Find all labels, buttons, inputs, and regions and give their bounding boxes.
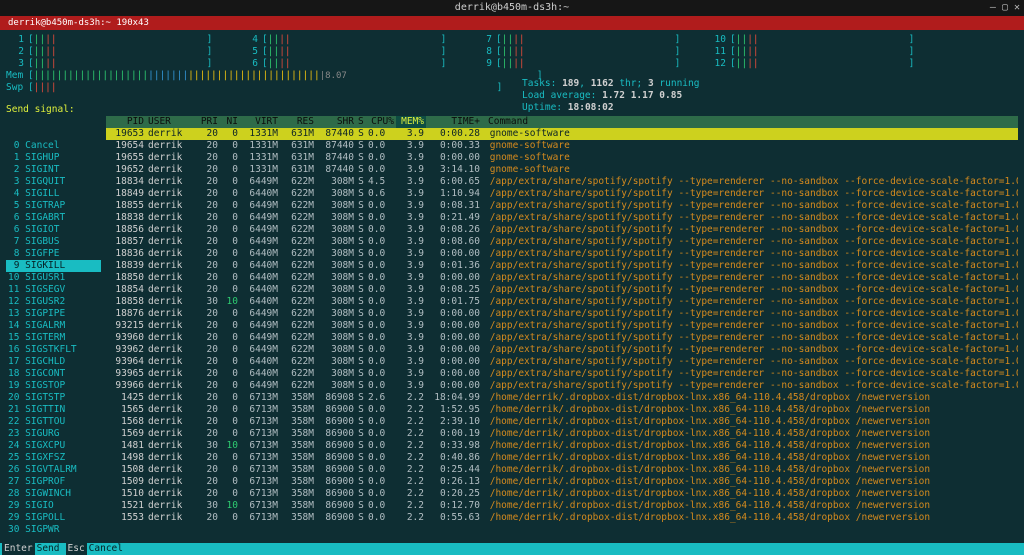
cpu-meter-7: 7[||||] [474,34,704,46]
signal-sigbus[interactable]: 7 SIGBUS [6,236,101,248]
send-signal-prompt: Send signal: [6,104,1018,116]
cpu-meter-5: 5[||||] [240,46,470,58]
signal-sigusr1[interactable]: 10 SIGUSR1 [6,272,101,284]
signal-sigusr2[interactable]: 12 SIGUSR2 [6,296,101,308]
process-row[interactable]: 93215derrik2006449M622M308MS0.03.90:00.0… [106,320,1018,332]
window-title: derrik@b450m-ds3h:~ [455,2,569,13]
process-row[interactable]: 1553derrik2006713M358M86900S0.02.20:55.6… [106,512,1018,524]
signal-sigpwr[interactable]: 30 SIGPWR [6,524,101,536]
cpu-meter-3: 3[||||] [6,58,236,70]
signal-sigint[interactable]: 2 SIGINT [6,164,101,176]
process-row[interactable]: 18855derrik2006449M622M308MS0.03.90:08.3… [106,200,1018,212]
close-icon[interactable]: ✕ [1014,0,1020,16]
signal-sigalrm[interactable]: 14 SIGALRM [6,320,101,332]
key-esc[interactable]: Esc [66,543,87,555]
signal-sighup[interactable]: 1 SIGHUP [6,152,101,164]
signal-sigxcpu[interactable]: 24 SIGXCPU [6,440,101,452]
process-row[interactable]: 1568derrik2006713M358M86900S0.02.22:39.1… [106,416,1018,428]
process-row[interactable]: 1510derrik2006713M358M86900S0.02.20:20.2… [106,488,1018,500]
signal-sigstkflt[interactable]: 16 SIGSTKFLT [6,344,101,356]
cpu-meter-11: 11[||||] [708,46,938,58]
signal-list[interactable]: 0 Cancel 1 SIGHUP 2 SIGINT 3 SIGQUIT 4 S… [6,140,101,536]
terminal-tabbar: derrik@b450m-ds3h:~ 190x43 [0,16,1024,30]
minimize-icon[interactable]: — [990,0,996,16]
process-row[interactable]: 19655derrik2001331M631M87440S0.03.90:00.… [106,152,1018,164]
process-row[interactable]: 18856derrik2006449M622M308MS0.03.90:08.2… [106,224,1018,236]
process-row[interactable]: 19653derrik2001331M631M87440S0.03.90:00.… [106,128,1018,140]
process-row[interactable]: 18834derrik2006449M622M308MS4.53.96:00.6… [106,176,1018,188]
process-row[interactable]: 93962derrik2006449M622M308MS0.03.90:00.0… [106,344,1018,356]
process-row[interactable]: 18858derrik30106440M622M308MS0.03.90:01.… [106,296,1018,308]
process-row[interactable]: 18857derrik2006449M622M308MS0.03.90:08.6… [106,236,1018,248]
process-row[interactable]: 1481derrik30106713M358M86900S0.02.20:33.… [106,440,1018,452]
signal-sigxfsz[interactable]: 25 SIGXFSZ [6,452,101,464]
process-row[interactable]: 19654derrik2001331M631M87440S0.03.90:00.… [106,140,1018,152]
signal-cancel[interactable]: 0 Cancel [6,140,101,152]
process-row[interactable]: 19652derrik2001331M631M87440S0.03.93:14.… [106,164,1018,176]
label-send: Send [35,543,66,555]
signal-sigkill[interactable]: 9 SIGKILL [6,260,101,272]
process-row[interactable]: 18836derrik2006440M622M308MS0.03.90:00.0… [106,248,1018,260]
process-row[interactable]: 1425derrik2006713M358M86908S2.62.218:04.… [106,392,1018,404]
summary-box: Tasks: 189, 1162 thr; 3 running Load ave… [522,78,699,114]
process-row[interactable]: 18838derrik2006449M622M308MS0.03.90:21.4… [106,212,1018,224]
signal-sigabrt[interactable]: 6 SIGABRT [6,212,101,224]
cpu-meter-2: 2[||||] [6,46,236,58]
footer-bar: Enter Send Esc Cancel [0,543,1024,555]
cpu-meters: 1[||||]2[||||]3[||||] 4[||||]5[||||]6[|||… [6,34,1018,70]
cpu-meter-1: 1[||||] [6,34,236,46]
signal-sigurg[interactable]: 23 SIGURG [6,428,101,440]
signal-sigtstp[interactable]: 20 SIGTSTP [6,392,101,404]
process-row[interactable]: 18839derrik2006440M622M308MS0.03.90:01.3… [106,260,1018,272]
signal-sigterm[interactable]: 15 SIGTERM [6,332,101,344]
process-row[interactable]: 93964derrik2006440M622M308MS0.03.90:00.0… [106,356,1018,368]
signal-sigsegv[interactable]: 11 SIGSEGV [6,284,101,296]
process-table[interactable]: 19653derrik2001331M631M87440S0.03.90:00.… [106,128,1018,524]
signal-sigiot[interactable]: 6 SIGIOT [6,224,101,236]
process-row[interactable]: 18849derrik2006440M622M308MS0.63.91:10.9… [106,188,1018,200]
cpu-meter-6: 6[||||] [240,58,470,70]
signal-sigpipe[interactable]: 13 SIGPIPE [6,308,101,320]
process-row[interactable]: 18854derrik2006440M622M308MS0.03.90:08.2… [106,284,1018,296]
signal-sigprof[interactable]: 27 SIGPROF [6,476,101,488]
window-titlebar: derrik@b450m-ds3h:~ — ▢ ✕ [0,0,1024,16]
cpu-meter-12: 12[||||] [708,58,938,70]
process-row[interactable]: 1509derrik2006713M358M86900S0.02.20:26.1… [106,476,1018,488]
process-row[interactable]: 18876derrik2006449M622M308MS0.03.90:00.0… [106,308,1018,320]
process-row[interactable]: 1508derrik2006713M358M86900S0.02.20:25.4… [106,464,1018,476]
cpu-meter-8: 8[||||] [474,46,704,58]
label-cancel: Cancel [87,543,129,555]
signal-sigchld[interactable]: 17 SIGCHLD [6,356,101,368]
process-row[interactable]: 1521derrik30106713M358M86900S0.02.20:12.… [106,500,1018,512]
process-row[interactable]: 93965derrik2006440M622M308MS0.03.90:00.0… [106,368,1018,380]
process-table-header: PID USER PRI NI VIRT RES SHR S CPU% MEM%… [106,116,1018,128]
process-row[interactable]: 93960derrik2006449M622M308MS0.03.90:00.0… [106,332,1018,344]
process-row[interactable]: 93966derrik2006449M622M308MS0.03.90:00.0… [106,380,1018,392]
signal-sigfpe[interactable]: 8 SIGFPE [6,248,101,260]
signal-sigstop[interactable]: 19 SIGSTOP [6,380,101,392]
cpu-meter-9: 9[||||] [474,58,704,70]
maximize-icon[interactable]: ▢ [1002,0,1008,16]
process-row[interactable]: 1498derrik2006713M358M86900S0.02.20:40.8… [106,452,1018,464]
memory-meter: Mem [|||||||||||||||||||||||||||||||||||… [6,70,1018,82]
signal-sigttin[interactable]: 21 SIGTTIN [6,404,101,416]
signal-sigttou[interactable]: 22 SIGTTOU [6,416,101,428]
signal-sigio[interactable]: 29 SIGIO [6,500,101,512]
signal-sigill[interactable]: 4 SIGILL [6,188,101,200]
signal-sigtrap[interactable]: 5 SIGTRAP [6,200,101,212]
terminal-tab[interactable]: derrik@b450m-ds3h:~ 190x43 [0,16,157,30]
signal-sigvtalrm[interactable]: 26 SIGVTALRM [6,464,101,476]
process-row[interactable]: 18850derrik2006440M622M308MS0.03.90:00.0… [106,272,1018,284]
signal-sigquit[interactable]: 3 SIGQUIT [6,176,101,188]
cpu-meter-4: 4[||||] [240,34,470,46]
key-enter[interactable]: Enter [2,543,35,555]
signal-sigpoll[interactable]: 29 SIGPOLL [6,512,101,524]
signal-sigwinch[interactable]: 28 SIGWINCH [6,488,101,500]
cpu-meter-10: 10[||||] [708,34,938,46]
process-row[interactable]: 1569derrik2006713M358M86900S0.02.20:00.1… [106,428,1018,440]
process-row[interactable]: 1565derrik2006713M358M86900S0.02.21:52.9… [106,404,1018,416]
swap-meter: Swp [||||] [6,82,1018,94]
signal-sigcont[interactable]: 18 SIGCONT [6,368,101,380]
